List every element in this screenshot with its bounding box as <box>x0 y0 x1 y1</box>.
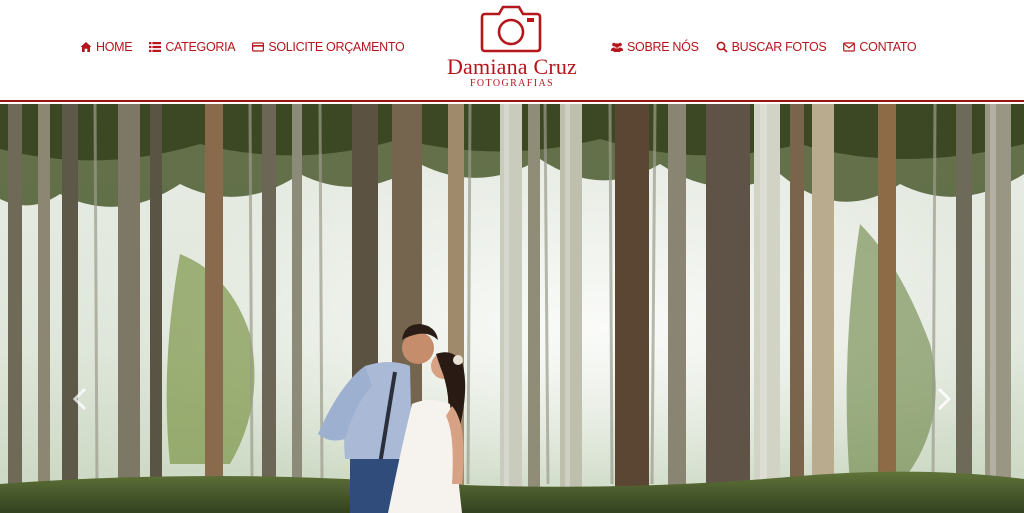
search-icon <box>716 41 728 53</box>
nav-solicite-orcamento[interactable]: SOLICITE ORÇAMENTO <box>252 40 405 54</box>
logo-subtitle: FOTOGRAFIAS <box>469 78 555 89</box>
chevron-right-icon <box>937 387 952 411</box>
nav-categoria-label: CATEGORIA <box>165 40 236 54</box>
main-nav-left: HOME CATEGORIA SOLICITE ORÇAMENTO <box>80 40 421 54</box>
nav-sobre-nos[interactable]: SOBRE NÓS <box>611 40 699 54</box>
nav-buscar-label: BUSCAR FOTOS <box>731 40 827 54</box>
logo-name: Damiana Cruz <box>446 54 578 79</box>
slide-photo <box>0 104 1024 513</box>
nav-home[interactable]: HOME <box>80 40 133 54</box>
home-icon <box>80 41 92 53</box>
nav-solicite-label: SOLICITE ORÇAMENTO <box>268 40 405 54</box>
users-icon <box>611 41 623 53</box>
credit-card-icon <box>252 41 265 53</box>
nav-contato[interactable]: CONTATO <box>843 40 917 54</box>
nav-sobre-label: SOBRE NÓS <box>627 40 699 54</box>
list-icon <box>149 41 162 53</box>
nav-contato-label: CONTATO <box>859 40 917 54</box>
site-logo[interactable]: Damiana Cruz FOTOGRAFIAS <box>441 4 583 90</box>
slider-next[interactable] <box>934 386 954 412</box>
site-header: HOME CATEGORIA SOLICITE ORÇAMENTO Damian… <box>0 0 1024 102</box>
slider-prev[interactable] <box>70 386 90 412</box>
nav-buscar-fotos[interactable]: BUSCAR FOTOS <box>716 40 827 54</box>
hero-slider <box>0 104 1024 513</box>
nav-home-label: HOME <box>96 40 133 54</box>
main-nav-right: SOBRE NÓS BUSCAR FOTOS CONTATO <box>611 40 933 54</box>
chevron-left-icon <box>72 387 87 411</box>
nav-categoria[interactable]: CATEGORIA <box>149 40 236 54</box>
envelope-icon <box>843 41 856 53</box>
camera-icon <box>480 5 542 53</box>
